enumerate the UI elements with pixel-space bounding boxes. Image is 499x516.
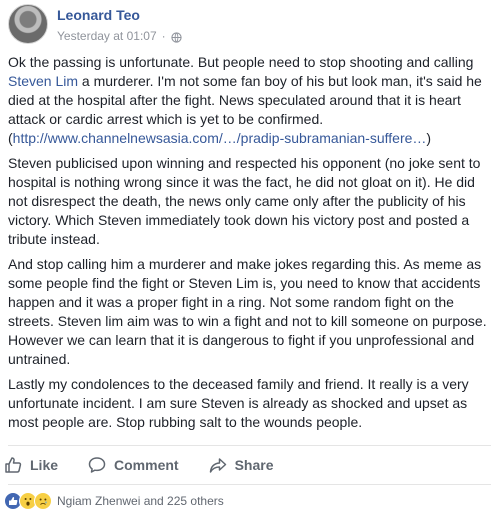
like-button[interactable]: Like [4, 456, 58, 474]
share-button[interactable]: Share [209, 456, 274, 474]
comment-button[interactable]: Comment [88, 456, 179, 474]
thumbs-up-icon [5, 457, 22, 473]
post-meta: Leonard Teo Yesterday at 01:07 · [57, 6, 182, 44]
steven-lim-link[interactable]: Steven Lim [8, 73, 78, 89]
like-label: Like [30, 457, 59, 473]
paragraph-1: Ok the passing is unfortunate. But peopl… [8, 53, 491, 148]
sad-icon [34, 492, 52, 510]
facebook-post: Leonard Teo Yesterday at 01:07 · Ok the … [0, 0, 499, 516]
avatar[interactable] [8, 4, 48, 44]
post-timestamp[interactable]: Yesterday at 01:07 [57, 28, 157, 44]
divider [8, 445, 491, 446]
comment-icon [88, 457, 106, 473]
share-label: Share [234, 457, 274, 473]
divider [8, 484, 491, 485]
author-name[interactable]: Leonard Teo [57, 6, 182, 24]
action-bar: Like Comment Share [4, 450, 304, 480]
post-header: Leonard Teo Yesterday at 01:07 · [8, 4, 182, 46]
paragraph-4: Lastly my condolences to the deceased fa… [8, 376, 469, 430]
paragraph-2: Steven publicised upon winning and respe… [8, 155, 481, 247]
post-body: Ok the passing is unfortunate. But peopl… [8, 53, 491, 438]
comment-label: Comment [114, 457, 179, 473]
news-article-link[interactable]: http://www.channelnewsasia.com/…/pradip-… [13, 130, 427, 146]
separator-dot: · [161, 29, 166, 43]
post-timestamp-row: Yesterday at 01:07 · [57, 28, 182, 44]
share-icon [209, 458, 226, 473]
paragraph-3: And stop calling him a murderer and make… [8, 256, 487, 367]
globe-icon [171, 31, 182, 43]
paragraph-1-end: ) [426, 130, 432, 146]
reactions-count[interactable]: Ngiam Zhenwei and 225 others [57, 494, 224, 508]
paragraph-1-start: Ok the passing is unfortunate. But peopl… [8, 54, 474, 70]
reactions-summary[interactable]: Ngiam Zhenwei and 225 others [4, 492, 224, 510]
